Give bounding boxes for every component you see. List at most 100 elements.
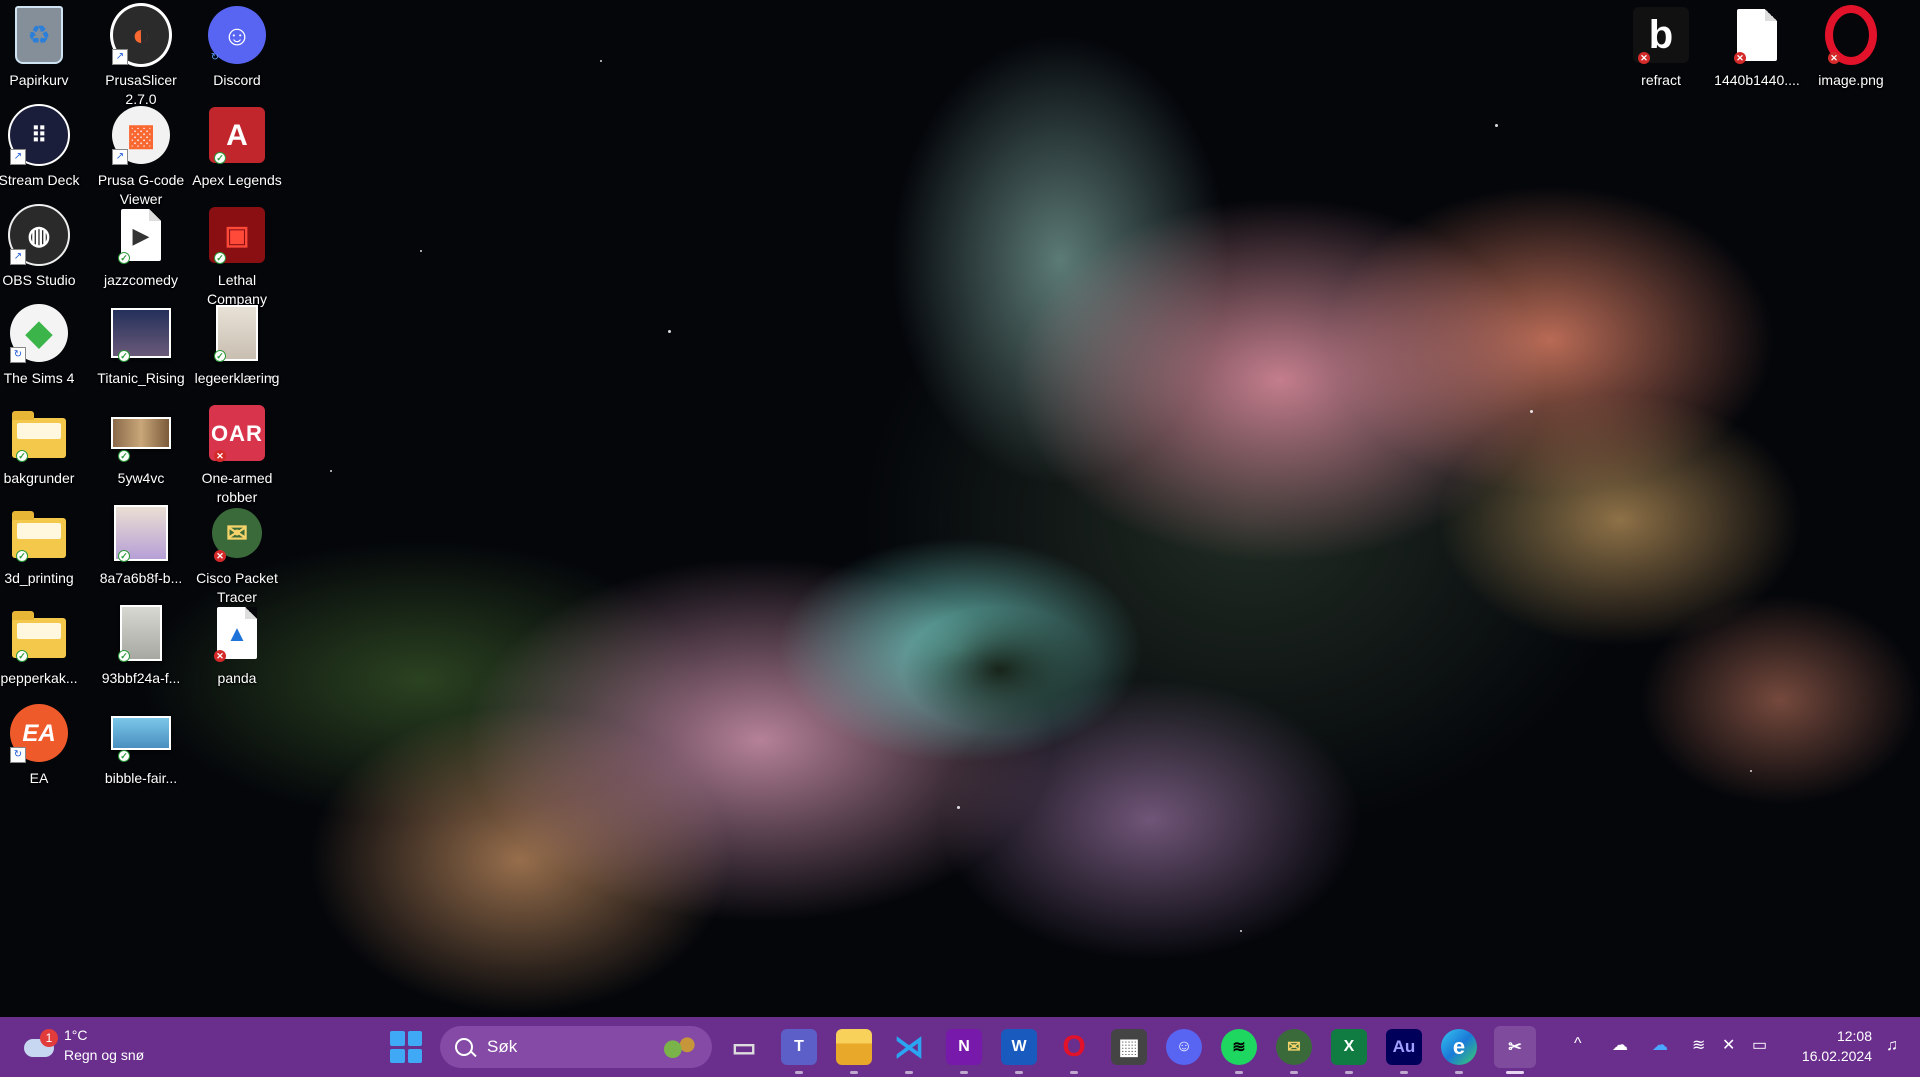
excel-icon[interactable]: X <box>1331 1029 1367 1065</box>
file-explorer-icon[interactable] <box>836 1029 872 1065</box>
synced-check-icon: ✓ <box>16 650 28 662</box>
show-hidden-icons-chevron-icon[interactable]: ^ <box>1574 1035 1582 1053</box>
onedrive-error-icon[interactable]: ☁ <box>1612 1035 1628 1055</box>
start-button[interactable] <box>390 1031 422 1063</box>
system-clock[interactable]: 12:08 16.02.2024 <box>1802 1026 1872 1066</box>
desktop-icon-image-png[interactable]: O ✕ image.png <box>1804 4 1898 90</box>
desktop-icon-jazzcomedy[interactable]: ▶ ✓ jazzcomedy <box>94 204 188 290</box>
desktop-icon-1440b1440[interactable]: ✕ 1440b1440.... <box>1710 4 1804 90</box>
active-indicator <box>1506 1071 1524 1074</box>
desktop-icon-ea[interactable]: EA ↻ EA <box>0 702 86 788</box>
desktop-icon-5yw4vc[interactable]: ✓ 5yw4vc <box>94 402 188 488</box>
image-thumbnail-icon: ✓ <box>110 302 172 364</box>
desktop-icon-sims[interactable]: ◆ ↻ The Sims 4 <box>0 302 86 388</box>
desktop-icon-titanic-rising[interactable]: ✓ Titanic_Rising <box>94 302 188 388</box>
sync-error-icon: ✕ <box>1828 52 1840 64</box>
weather-text: 1°C Regn og snø <box>64 1025 144 1065</box>
opera-file-icon: O ✕ <box>1820 4 1882 66</box>
desktop-icon-one-armed-robber[interactable]: OAR ✕ One-armed robber <box>190 402 284 507</box>
synced-check-icon: ✓ <box>118 252 130 264</box>
photo-thumb <box>111 716 171 750</box>
cisco-taskbar-icon[interactable]: ✉ <box>1276 1029 1312 1065</box>
running-indicator <box>850 1071 858 1074</box>
wifi-icon[interactable]: ≋ <box>1692 1035 1705 1055</box>
icon-label: EA <box>29 770 49 786</box>
search-highlight-icon <box>662 1036 698 1058</box>
synced-check-icon: ✓ <box>118 350 130 362</box>
opera-icon[interactable]: O <box>1056 1029 1092 1065</box>
folder-icon: ✓ <box>8 402 70 464</box>
word-icon[interactable]: W <box>1001 1029 1037 1065</box>
running-indicator <box>1070 1071 1078 1074</box>
notification-bell-icon[interactable]: ♫ <box>1886 1037 1904 1055</box>
icon-label: panda <box>217 670 257 686</box>
running-indicator <box>795 1071 803 1074</box>
desktop-icon-bakgrunder[interactable]: ✓ bakgrunder <box>0 402 86 488</box>
icon-label: refract <box>1641 72 1681 88</box>
icon-label: Discord <box>213 72 261 88</box>
desktop-icon-cisco-packet-tracer[interactable]: ✉ ✕ Cisco Packet Tracer <box>190 502 284 607</box>
icon-label: Titanic_Rising <box>97 370 185 386</box>
video-file-icon: ▶ ✓ <box>110 204 172 266</box>
blank-file-icon: ✕ <box>1726 4 1788 66</box>
desktop-icon-discord[interactable]: ☺ ↻ Discord <box>190 4 284 90</box>
synced-check-icon: ✓ <box>214 350 226 362</box>
icon-label: Stream Deck <box>0 172 80 188</box>
desktop-icon-pepperkak[interactable]: ✓ pepperkak... <box>0 602 86 688</box>
teams-icon[interactable]: T <box>781 1029 817 1065</box>
weather-cloud-icon: 1 <box>20 1029 58 1061</box>
desktop-icon-lethal-company[interactable]: ▣ ✓ Lethal Company <box>190 204 284 309</box>
desktop-icon-papirkurv[interactable]: ♻ Papirkurv <box>0 4 86 90</box>
photo-thumb <box>111 417 171 449</box>
shortcut-arrow-icon: ↗ <box>112 149 128 165</box>
icon-label: legeerklæring <box>194 370 280 386</box>
synced-check-icon: ✓ <box>214 252 226 264</box>
task-view-icon[interactable]: ▭ <box>726 1029 762 1065</box>
desktop-icon-panda[interactable]: ▲ ✕ panda <box>190 602 284 688</box>
desktop-icon-refract[interactable]: b ✕ refract <box>1614 4 1708 90</box>
star <box>1750 770 1752 772</box>
prusaslicer-icon: ◐ ↗ <box>110 3 172 67</box>
synced-check-icon: ✓ <box>16 450 28 462</box>
onenote-icon[interactable]: N <box>946 1029 982 1065</box>
discord-icon: ☺ ↻ <box>206 4 268 66</box>
shortcut-arrow-icon: ↻ <box>210 52 220 63</box>
desktop-icon-93bbf24a[interactable]: ✓ 93bbf24a-f... <box>94 602 188 688</box>
refract-icon: b ✕ <box>1630 4 1692 66</box>
desktop-icon-apex-legends[interactable]: A ✓ Apex Legends <box>190 104 284 190</box>
calculator-icon[interactable]: ▦ <box>1111 1029 1147 1065</box>
desktop-icon-stream-deck[interactable]: ⠿ ↗ Stream Deck <box>0 104 86 190</box>
audition-icon[interactable]: Au <box>1386 1029 1422 1065</box>
edge-icon[interactable]: e <box>1441 1029 1477 1065</box>
ea-icon: EA ↻ <box>8 702 70 764</box>
weather-widget[interactable]: 1 1°C Regn og snø <box>20 1025 144 1065</box>
star <box>1240 930 1242 932</box>
desktop-icon-bibble[interactable]: ✓ bibble-fair... <box>94 702 188 788</box>
speaker-muted-icon[interactable]: ✕ <box>1722 1035 1735 1055</box>
desktop-icon-prusaslicer[interactable]: ◐ ↗ PrusaSlicer 2.7.0 <box>94 3 188 109</box>
apex-icon: A ✓ <box>206 104 268 166</box>
snipping-tool-icon[interactable]: ✂ <box>1494 1026 1536 1068</box>
icon-label: 5yw4vc <box>117 470 165 486</box>
desktop-icon-legeerklaering[interactable]: ✓ legeerklæring <box>190 302 284 388</box>
sync-error-icon: ✕ <box>1734 52 1746 64</box>
discord-taskbar-icon[interactable]: ☺ <box>1166 1029 1202 1065</box>
obs-icon: ◍ ↗ <box>8 204 70 266</box>
spotify-icon[interactable]: ≋ <box>1221 1029 1257 1065</box>
onedrive-business-error-icon[interactable]: ☁ <box>1652 1035 1668 1055</box>
desktop-icon-8a7a6b8f[interactable]: ✓ 8a7a6b8f-b... <box>94 502 188 588</box>
taskbar-search[interactable]: Søk <box>440 1026 712 1068</box>
icon-label: 8a7a6b8f-b... <box>99 570 183 586</box>
desktop-icon-3d-printing[interactable]: ✓ 3d_printing <box>0 502 86 588</box>
icon-label: OBS Studio <box>2 272 76 288</box>
vscode-icon[interactable]: ⋊ <box>891 1029 927 1065</box>
icon-label: Apex Legends <box>192 172 282 188</box>
star <box>1530 410 1533 413</box>
battery-charging-icon[interactable]: ▭ <box>1752 1035 1767 1055</box>
windows-logo-pane <box>390 1048 405 1063</box>
desktop-icon-prusa-gcode-viewer[interactable]: ▩ ↗ Prusa G-code Viewer <box>94 104 188 209</box>
search-placeholder: Søk <box>487 1037 518 1056</box>
gcode-viewer-icon: ▩ ↗ <box>110 104 172 166</box>
desktop-icon-obs-studio[interactable]: ◍ ↗ OBS Studio <box>0 204 86 290</box>
sync-error-icon: ✕ <box>214 650 226 662</box>
